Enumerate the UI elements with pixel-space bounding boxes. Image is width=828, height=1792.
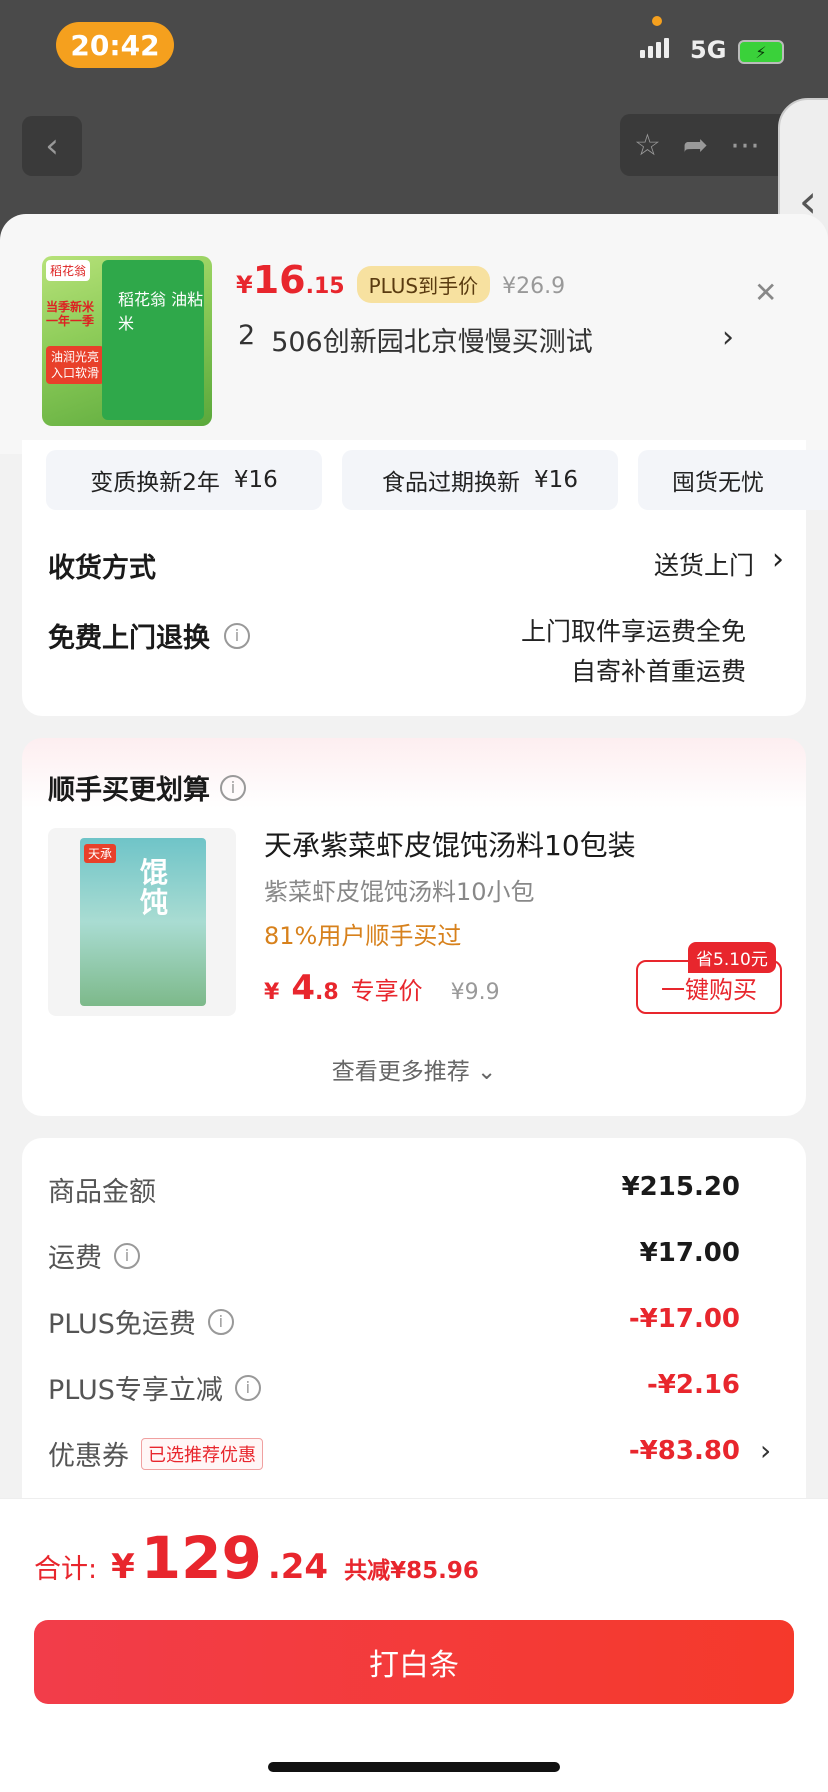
home-indicator: [268, 1762, 560, 1772]
star-icon[interactable]: ☆: [634, 128, 661, 163]
chevron-down-icon: ⌄: [477, 1059, 497, 1085]
chevron-right-icon[interactable]: ›: [760, 1434, 771, 1467]
product-price: ¥16.15: [236, 258, 345, 302]
save-badge: 省5.10元: [688, 942, 776, 973]
fee-label-subtotal: 商品金额: [48, 1177, 156, 1208]
recommend-name[interactable]: 天承紫菜虾皮馄饨汤料10包装: [264, 824, 636, 864]
recommend-subtitle: 紫菜虾皮馄饨汤料10小包: [264, 878, 535, 906]
quantity: 2: [238, 320, 256, 351]
returns-label: 免费上门退换 i: [48, 616, 250, 655]
address-text: 506创新园北京慢慢买测试: [271, 327, 593, 358]
product-image-brand: 稻花翁: [46, 260, 91, 281]
info-icon[interactable]: i: [224, 622, 250, 649]
service-option[interactable]: 食品过期换新 ¥16: [342, 450, 618, 510]
address-row[interactable]: 2 506创新园北京慢慢买测试: [238, 320, 593, 359]
total-amount: 129: [140, 1524, 262, 1592]
status-time: 20:42: [56, 22, 174, 68]
total-row: 合计: ¥129.24 共减¥85.96: [34, 1524, 479, 1592]
info-icon[interactable]: i: [114, 1242, 140, 1269]
service-options: 变质换新2年 ¥16 食品过期换新 ¥16 囤货无忧: [46, 450, 828, 510]
pay-button[interactable]: 打白条: [34, 1620, 794, 1704]
fee-value-plus-free-shipping: -¥17.00: [628, 1304, 740, 1334]
chevron-right-icon[interactable]: ›: [722, 320, 734, 355]
returns-line2: 自寄补首重运费: [570, 657, 746, 686]
delivery-value[interactable]: 送货上门: [654, 546, 754, 582]
recommend-original-price: ¥9.9: [450, 980, 500, 1005]
service-option[interactable]: 囤货无忧: [638, 450, 828, 510]
original-price: ¥26.9: [502, 274, 566, 299]
share-icon[interactable]: ➦: [683, 128, 708, 163]
fee-label-plus-discount: PLUS专享立减 i: [48, 1368, 261, 1407]
coupon-tag: 已选推荐优惠: [141, 1437, 263, 1470]
rice-bag-graphic: 稻花翁 油粘米: [102, 260, 204, 420]
fee-label-plus-free-shipping: PLUS免运费 i: [48, 1302, 234, 1341]
fee-label-shipping: 运费 i: [48, 1236, 140, 1275]
soup-pack-graphic: 天承 馄饨: [80, 838, 206, 1006]
fee-value-plus-discount: -¥2.16: [646, 1370, 740, 1400]
fee-label-coupon[interactable]: 优惠券 已选推荐优惠: [48, 1434, 263, 1473]
fee-value-subtotal: ¥215.20: [621, 1172, 740, 1202]
product-image-bag-text: 稻花翁 油粘米: [118, 290, 204, 333]
recommend-image-big: 馄饨: [140, 856, 169, 919]
info-icon[interactable]: i: [207, 1308, 234, 1335]
plus-price-tag: PLUS到手价: [356, 266, 491, 303]
recommend-image-brand: 天承: [84, 844, 117, 863]
product-image[interactable]: 稻花翁 当季新米 一年一季 油润光亮 入口软滑 稻花翁 油粘米: [42, 256, 212, 426]
recommend-image[interactable]: 天承 馄饨: [48, 828, 236, 1016]
more-icon[interactable]: ⋯: [730, 128, 760, 163]
fee-value-coupon[interactable]: -¥83.80: [629, 1436, 740, 1466]
close-icon[interactable]: ✕: [754, 276, 777, 309]
recording-dot: [652, 16, 662, 26]
more-recommend-link[interactable]: 查看更多推荐 ⌄: [0, 1052, 828, 1086]
signal-icon: [640, 38, 669, 58]
total-saved: 共减¥85.96: [344, 1558, 479, 1584]
battery-icon: ⚡: [738, 40, 784, 64]
recommend-title: 顺手买更划算 i: [48, 768, 246, 807]
total-label: 合计:: [34, 1554, 98, 1585]
fee-value-shipping: ¥17.00: [639, 1238, 740, 1268]
product-image-promo: 油润光亮 入口软滑: [46, 346, 104, 384]
recommend-price-label: 专享价: [350, 977, 423, 1005]
chevron-right-icon[interactable]: ›: [772, 542, 784, 577]
product-image-slogan: 当季新米 一年一季: [46, 300, 95, 328]
network-label: 5G: [690, 36, 727, 64]
service-option[interactable]: 变质换新2年 ¥16: [46, 450, 322, 510]
info-icon[interactable]: i: [234, 1374, 261, 1401]
delivery-label: 收货方式: [48, 553, 156, 584]
recommend-price: ¥4.8 专享价 ¥9.9: [264, 968, 500, 1008]
back-button[interactable]: ‹: [22, 116, 82, 176]
product-price-row: ¥16.15 PLUS到手价 ¥26.9: [236, 258, 565, 303]
recommend-buyers: 81%用户顺手买过: [264, 922, 462, 950]
info-icon[interactable]: i: [220, 774, 246, 801]
returns-line1: 上门取件享运费全免: [520, 617, 746, 646]
